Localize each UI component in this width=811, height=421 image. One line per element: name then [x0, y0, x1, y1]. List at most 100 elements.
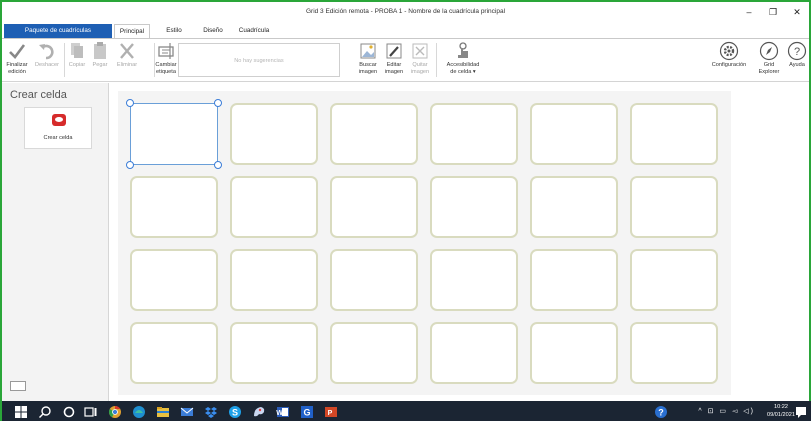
copy-icon: [71, 43, 83, 58]
grid-cell[interactable]: [130, 176, 218, 238]
help-question-icon: ?: [787, 41, 807, 61]
tab-estilo[interactable]: Estilo: [160, 24, 188, 38]
tab-diseno[interactable]: Diseño: [198, 24, 228, 38]
panel-title: Crear celda: [10, 89, 67, 101]
undo-button[interactable]: Deshacer: [32, 41, 62, 69]
create-cell-tile[interactable]: Crear celda: [24, 107, 92, 149]
grid-cell[interactable]: [530, 249, 618, 311]
create-cell-panel: Crear celda Crear celda: [2, 83, 109, 401]
edit-image-1: Editar: [386, 62, 402, 68]
grid-cell[interactable]: [230, 249, 318, 311]
skype-icon[interactable]: S: [228, 405, 242, 419]
minimize-button[interactable]: –: [742, 6, 756, 18]
cortana-icon[interactable]: [62, 405, 76, 419]
checkmark-icon: [9, 44, 26, 59]
grid-cell[interactable]: [330, 103, 418, 165]
chrome-icon[interactable]: [108, 405, 122, 419]
pencil-icon: [386, 43, 402, 59]
create-cell-tile-label: Crear celda: [43, 135, 73, 141]
search-icon[interactable]: [38, 405, 52, 419]
system-tray-icons[interactable]: ^ ⊡ ▭ ◅ ◁): [698, 407, 755, 415]
grid-cell[interactable]: [230, 322, 318, 384]
notifications-icon[interactable]: [794, 405, 808, 419]
grid-cell[interactable]: [430, 176, 518, 238]
accessibility-2: de celda ▾: [450, 68, 476, 75]
grid-cell[interactable]: [630, 249, 718, 311]
help-tray-icon[interactable]: ?: [654, 405, 668, 419]
grid-cell[interactable]: [630, 322, 718, 384]
cell-accessibility-button[interactable]: Accesibilidad de celda ▾: [440, 41, 486, 75]
powerpoint-icon[interactable]: P: [324, 405, 338, 419]
grid-cell[interactable]: [530, 176, 618, 238]
mail-icon[interactable]: [180, 405, 194, 419]
search-image-button[interactable]: Buscar imagen: [356, 41, 380, 75]
taskbar-clock[interactable]: 10:22 09/01/2021: [767, 404, 795, 419]
dropbox-icon[interactable]: [204, 405, 218, 419]
edge-icon[interactable]: [132, 405, 146, 419]
paint-icon[interactable]: [252, 405, 266, 419]
grid-cell[interactable]: [330, 322, 418, 384]
word-icon[interactable]: W: [276, 405, 290, 419]
grid-cell[interactable]: [130, 249, 218, 311]
svg-text:?: ?: [794, 46, 800, 58]
grid-cell[interactable]: [530, 322, 618, 384]
window-title: Grid 3 Edición remota - PROBA 1 - Nombre…: [305, 8, 506, 15]
undo-icon: [39, 44, 54, 60]
grid-cell[interactable]: [230, 176, 318, 238]
grid-cell-selected[interactable]: [130, 103, 218, 165]
edit-image-button[interactable]: Editar imagen: [382, 41, 406, 75]
tab-grid-package[interactable]: Paquete de cuadrículas: [4, 24, 112, 38]
task-view-icon[interactable]: [84, 405, 98, 419]
grid-cell[interactable]: [430, 249, 518, 311]
grid3-app-icon[interactable]: G: [300, 405, 314, 419]
help-button[interactable]: ? Ayuda: [786, 41, 808, 69]
tab-cuadricula[interactable]: Cuadrícula: [234, 24, 274, 38]
windows-start-icon[interactable]: [14, 405, 28, 419]
grid-explorer-button[interactable]: Grid Explorer: [756, 41, 782, 75]
ribbon-separator: [436, 43, 437, 77]
grid-cell[interactable]: [130, 322, 218, 384]
resize-handle[interactable]: [126, 161, 134, 169]
title-bar: Grid 3 Edición remota - PROBA 1 - Nombre…: [2, 2, 809, 24]
remove-image-button[interactable]: Quitar imagen: [408, 41, 432, 75]
speech-bubble-icon: [52, 114, 66, 126]
delete-label: Eliminar: [116, 62, 138, 68]
touch-hand-icon: [458, 42, 468, 58]
finalize-label-2: edición: [8, 68, 26, 75]
tab-principal[interactable]: Principal: [114, 24, 150, 38]
close-button[interactable]: ✕: [790, 6, 804, 18]
file-explorer-icon[interactable]: [156, 405, 170, 419]
finalize-label-1: Finalizar: [6, 62, 28, 68]
svg-text:P: P: [328, 410, 333, 417]
help-label: Ayuda: [789, 62, 805, 68]
paste-label: Pegar: [92, 62, 108, 68]
resize-handle[interactable]: [126, 99, 134, 107]
gear-icon: [719, 41, 739, 61]
copy-button[interactable]: Copiar: [66, 41, 88, 69]
suggestions-box[interactable]: No hay sugerencias: [178, 43, 340, 77]
grid-cell[interactable]: [230, 103, 318, 165]
grid-cell[interactable]: [330, 176, 418, 238]
paste-icon: [94, 42, 106, 59]
paste-button[interactable]: Pegar: [89, 41, 111, 69]
copy-label: Copiar: [68, 62, 86, 68]
windows-taskbar: S W G P ? ^ ⊡ ▭ ◅ ◁) 10:22 09/01/2021: [2, 401, 811, 421]
resize-handle[interactable]: [214, 99, 222, 107]
delete-button[interactable]: Eliminar: [112, 41, 142, 69]
grid-cell[interactable]: [630, 103, 718, 165]
grid-cell[interactable]: [530, 103, 618, 165]
svg-text:S: S: [232, 408, 238, 418]
change-label-2: etiqueta: [156, 68, 176, 75]
grid-cell[interactable]: [330, 249, 418, 311]
undo-label: Deshacer: [35, 62, 59, 68]
clock-date: 09/01/2021: [767, 411, 795, 418]
grid-cell[interactable]: [430, 322, 518, 384]
grid-cell[interactable]: [630, 176, 718, 238]
change-label-button[interactable]: Cambiar etiqueta: [154, 41, 178, 75]
keyboard-icon[interactable]: [10, 381, 26, 391]
finalize-edit-button[interactable]: Finalizar edición: [4, 41, 30, 75]
settings-button[interactable]: Configuración: [708, 41, 750, 69]
resize-handle[interactable]: [214, 161, 222, 169]
grid-cell[interactable]: [430, 103, 518, 165]
restore-button[interactable]: ❐: [766, 6, 780, 18]
